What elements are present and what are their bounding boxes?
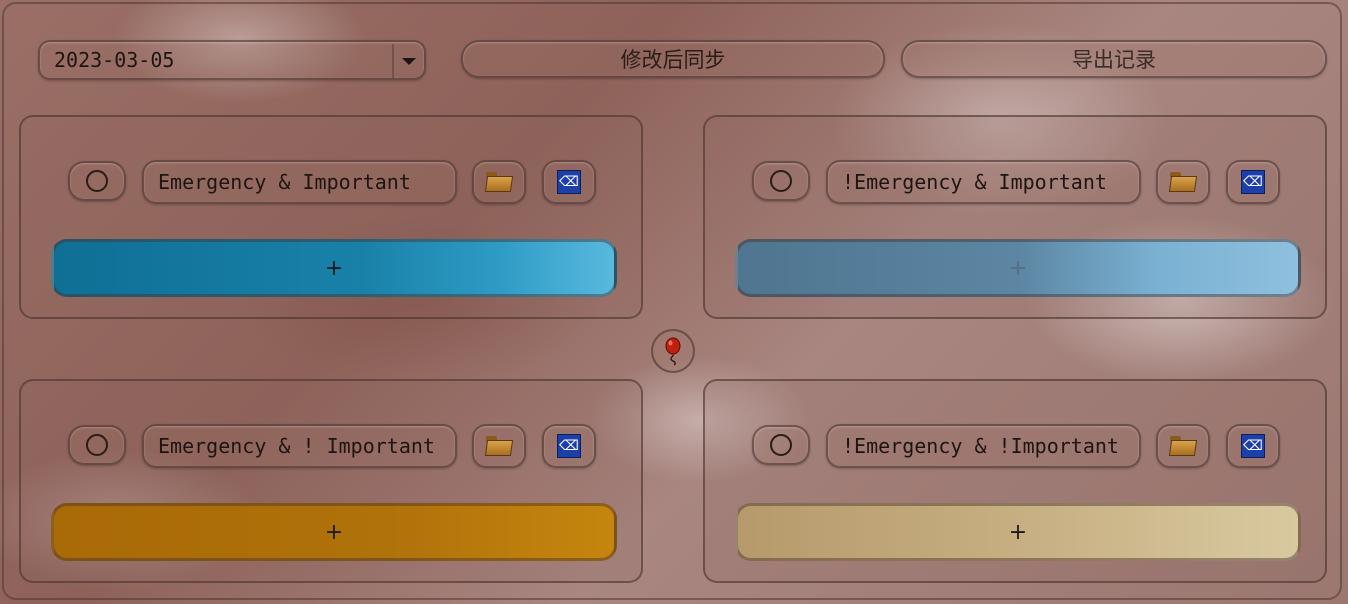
balloon-icon: [665, 337, 681, 366]
open-folder-button[interactable]: [472, 424, 526, 468]
center-action-button[interactable]: [651, 329, 695, 373]
export-button[interactable]: 导出记录: [901, 40, 1327, 78]
quadrant-emergency-important: Emergency & Important ⌫ +: [19, 115, 643, 319]
add-task-button[interactable]: +: [735, 239, 1301, 297]
status-toggle-button[interactable]: [752, 161, 810, 201]
open-folder-button[interactable]: [1156, 160, 1210, 204]
quadrant-not-emergency-not-important: !Emergency & !Important ⌫ +: [703, 379, 1327, 583]
open-folder-button[interactable]: [472, 160, 526, 204]
quadrant-title[interactable]: Emergency & Important: [142, 160, 457, 204]
folder-icon: [486, 436, 512, 456]
circle-icon: [86, 434, 108, 456]
delete-button[interactable]: ⌫: [542, 424, 596, 468]
sync-button[interactable]: 修改后同步: [461, 40, 885, 78]
add-task-button[interactable]: +: [51, 239, 617, 297]
date-select[interactable]: 2023-03-05: [38, 40, 426, 80]
status-toggle-button[interactable]: [68, 161, 126, 201]
circle-icon: [86, 170, 108, 192]
trash-icon: ⌫: [557, 434, 581, 458]
folder-icon: [486, 172, 512, 192]
delete-button[interactable]: ⌫: [1226, 424, 1280, 468]
status-toggle-button[interactable]: [752, 425, 810, 465]
trash-icon: ⌫: [557, 170, 581, 194]
folder-icon: [1170, 172, 1196, 192]
add-task-button[interactable]: +: [735, 503, 1301, 561]
quadrant-title[interactable]: !Emergency & Important: [826, 160, 1141, 204]
open-folder-button[interactable]: [1156, 424, 1210, 468]
folder-icon: [1170, 436, 1196, 456]
date-value: 2023-03-05: [54, 48, 175, 72]
delete-button[interactable]: ⌫: [1226, 160, 1280, 204]
add-task-button[interactable]: +: [51, 503, 617, 561]
quadrant-title[interactable]: !Emergency & !Important: [826, 424, 1141, 468]
trash-icon: ⌫: [1241, 170, 1265, 194]
circle-icon: [770, 434, 792, 456]
trash-icon: ⌫: [1241, 434, 1265, 458]
status-toggle-button[interactable]: [68, 425, 126, 465]
chevron-down-icon[interactable]: [392, 44, 424, 78]
quadrant-emergency-not-important: Emergency & ! Important ⌫ +: [19, 379, 643, 583]
quadrant-title[interactable]: Emergency & ! Important: [142, 424, 457, 468]
quadrant-not-emergency-important: !Emergency & Important ⌫ +: [703, 115, 1327, 319]
delete-button[interactable]: ⌫: [542, 160, 596, 204]
circle-icon: [770, 170, 792, 192]
